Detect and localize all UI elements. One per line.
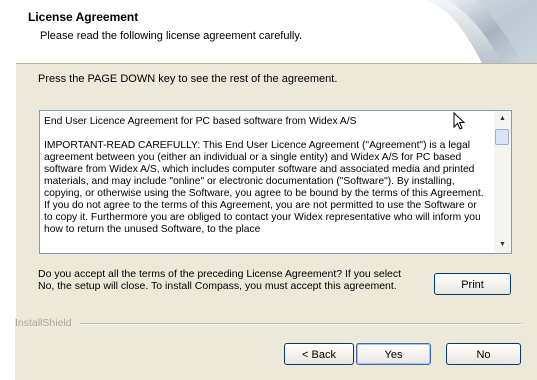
print-button[interactable]: Print: [434, 273, 511, 295]
accept-question: Do you accept all the terms of the prece…: [38, 268, 402, 292]
installshield-brand: InstallShield: [15, 317, 72, 329]
back-button[interactable]: < Back: [284, 343, 354, 365]
dialog-title: License Agreement: [28, 10, 139, 24]
dialog-subtitle: Please read the following license agreem…: [40, 30, 303, 42]
body-left-edge: [15, 63, 16, 318]
scroll-thumb[interactable]: [495, 129, 509, 145]
brand-divider: [80, 323, 521, 325]
yes-button[interactable]: Yes: [356, 343, 431, 365]
license-scrollbar[interactable]: ▲ ▼: [494, 111, 511, 253]
header-graphic: [422, 0, 537, 63]
header-divider: [15, 63, 537, 64]
license-textbox[interactable]: End User Licence Agreement for PC based …: [39, 110, 512, 254]
license-text: End User Licence Agreement for PC based …: [44, 116, 484, 235]
scroll-up-icon[interactable]: ▲: [494, 111, 511, 127]
dialog-header: License Agreement Please read the follow…: [0, 0, 537, 63]
scroll-down-icon[interactable]: ▼: [494, 237, 511, 253]
no-button[interactable]: No: [446, 343, 521, 365]
instruction-text: Press the PAGE DOWN key to see the rest …: [38, 73, 338, 85]
mouse-pointer-icon: [453, 112, 466, 130]
